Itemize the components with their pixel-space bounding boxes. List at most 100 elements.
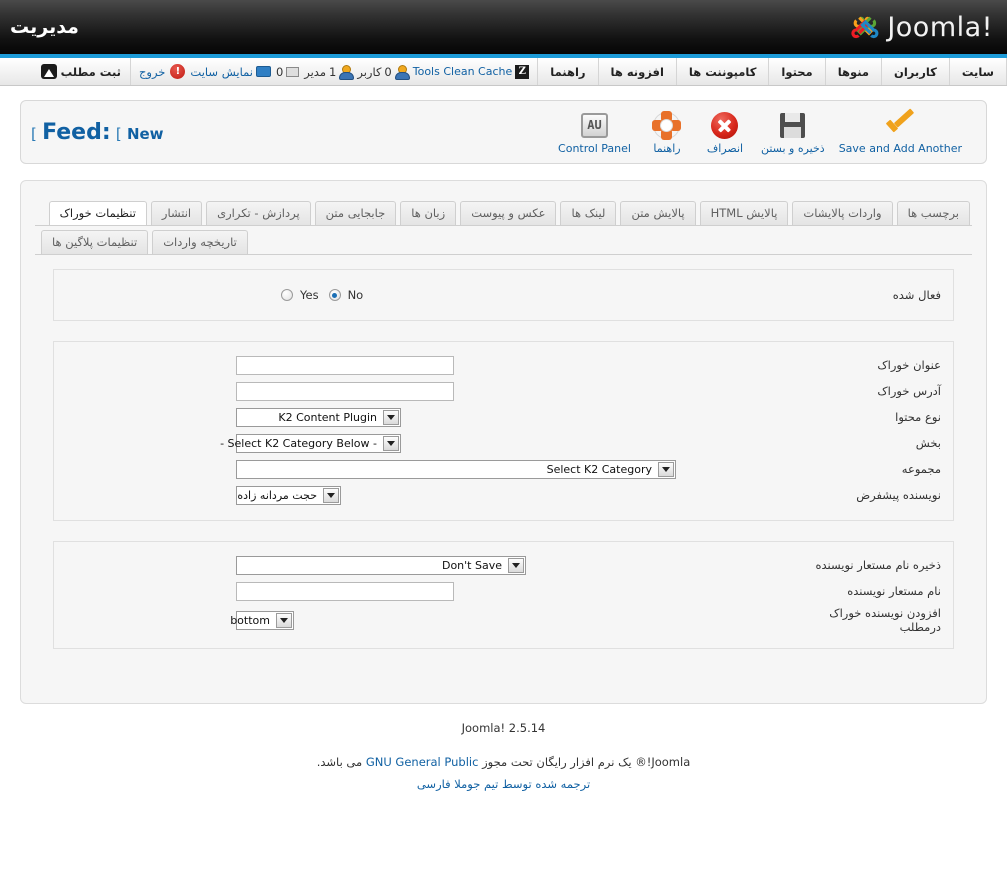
new-post-button[interactable]: ثبت مطلب	[32, 58, 131, 85]
joomla-logo-icon	[849, 11, 881, 43]
joomla-version: Joomla! 2.5.14	[461, 721, 546, 735]
tab-text-replace[interactable]: جابجایی متن	[314, 201, 397, 225]
brand-name: Joomla!	[887, 11, 993, 43]
menu-item-help[interactable]: راهنما	[537, 58, 597, 85]
row-section: بخش - Select K2 Category Below -	[66, 432, 941, 454]
translation-line: ترجمه شده توسط تیم جوملا فارسی	[20, 774, 987, 796]
add-feed-author-value: bottom	[230, 613, 270, 627]
content-type-value: K2 Content Plugin	[278, 410, 377, 424]
save-and-close-button[interactable]: ذخیره و بستن	[755, 107, 831, 157]
online-users-label: کاربر	[357, 64, 382, 79]
default-author-select[interactable]: حجت مردانه زاده	[236, 485, 341, 505]
license-text-1: یک نرم افزار رایگان تحت مجوز	[478, 754, 636, 769]
page-title-sub: New	[126, 124, 164, 143]
help-label: راهنما	[653, 142, 681, 155]
logout[interactable]: خروج	[139, 65, 165, 79]
save-and-add-another-button[interactable]: Save and Add Another	[833, 107, 968, 157]
label-add-feed-author: افزودن نویسنده خوراک درمطلب	[829, 606, 941, 634]
mail-icon	[286, 66, 300, 77]
tab-feed-settings[interactable]: تنظیمات خوراک	[48, 201, 147, 225]
save-author-alias-value: Don't Save	[441, 558, 502, 572]
save-author-alias-select[interactable]: Don't Save	[236, 555, 526, 575]
upload-icon	[40, 64, 57, 79]
row-feed-url: آدرس خوراک	[66, 380, 941, 402]
tab-import-filters[interactable]: واردات پالایشات	[792, 201, 893, 225]
default-author-value: حجت مردانه زاده	[237, 488, 317, 502]
label-content-type: نوع محتوا	[895, 410, 941, 424]
preview-site-label[interactable]: نمایش سایت	[190, 65, 253, 79]
tab-brchasb-ha[interactable]: برچسب ها	[896, 201, 970, 225]
zoo-tools-shortcut[interactable]: Z Tools Clean Cache	[413, 64, 530, 79]
control-panel-label: Control Panel	[558, 142, 631, 155]
page-toolbar: [ Feed: [ New AU Control Panel راهنما ان…	[20, 100, 987, 164]
control-author-alias	[66, 581, 791, 601]
control-enabled: Yes No	[66, 288, 791, 302]
tab-publishing[interactable]: انتشار	[150, 201, 203, 225]
feed-url-input[interactable]	[236, 381, 454, 401]
row-category: مجموعه Select K2 Category	[66, 458, 941, 480]
category-value: Select K2 Category	[546, 462, 652, 476]
content-type-select[interactable]: K2 Content Plugin	[236, 407, 401, 427]
label-enabled: فعال شده	[892, 288, 941, 302]
joomla-logo[interactable]: Joomla!	[849, 11, 993, 43]
tab-html-filter[interactable]: پالایش HTML	[699, 201, 789, 225]
radio-yes[interactable]	[281, 289, 293, 301]
row-author-alias: نام مستعار نویسنده	[66, 580, 941, 602]
row-content-type: نوع محتوا K2 Content Plugin	[66, 406, 941, 428]
tab-processing-duplicates[interactable]: پردازش - تکراری	[206, 201, 311, 225]
content-panel: برچسب ها واردات پالایشات پالایش HTML پال…	[20, 180, 987, 704]
admin-title: مدیریت	[10, 16, 79, 38]
tab-text-filter[interactable]: پالایش متن	[620, 201, 696, 225]
tab-languages[interactable]: زبان ها	[400, 201, 457, 225]
radio-option-yes[interactable]: Yes	[281, 288, 319, 302]
row-add-feed-author: افزودن نویسنده خوراک درمطلب bottom	[66, 606, 941, 634]
control-section: - Select K2 Category Below -	[66, 433, 791, 453]
help-button[interactable]: راهنما	[639, 107, 695, 157]
translation-link[interactable]: ترجمه شده توسط تیم جوملا فارسی	[417, 777, 590, 791]
cancel-label: انصراف	[706, 142, 744, 155]
page-title-bracket-2: [	[115, 124, 122, 143]
private-messages[interactable]: 0	[276, 65, 300, 79]
row-enabled: فعال شده Yes No	[66, 284, 941, 306]
menu-item-site[interactable]: سایت	[948, 58, 1007, 85]
tab-plugin-settings[interactable]: تنظیمات پلاگین ها	[41, 230, 149, 254]
menu-item-content[interactable]: محتوا	[768, 58, 824, 85]
category-select[interactable]: Select K2 Category	[236, 459, 676, 479]
license-link[interactable]: GNU General Public	[366, 755, 479, 769]
menu-item-menus[interactable]: منوها	[824, 58, 881, 85]
menu-items: سایت کاربران منوها محتوا کامپوننت ها افز…	[537, 58, 1007, 85]
alerts[interactable]: !	[170, 64, 186, 79]
main-menubar: سایت کاربران منوها محتوا کامپوننت ها افز…	[0, 58, 1007, 86]
menu-item-users[interactable]: کاربران	[881, 58, 949, 85]
row-feed-title: عنوان خوراک	[66, 354, 941, 376]
online-admins[interactable]: 1 مدیر	[304, 64, 355, 80]
radio-no[interactable]	[328, 289, 341, 301]
preview-site[interactable]: نمایش سایت	[190, 65, 271, 79]
floppy-disk-icon	[780, 111, 806, 139]
logout-label[interactable]: خروج	[139, 65, 165, 79]
author-alias-input[interactable]	[236, 581, 454, 601]
tab-import-history[interactable]: تاریخچه واردات	[152, 230, 248, 254]
user-icon	[394, 65, 410, 80]
tab-images-attachments[interactable]: عکس و پیوست	[460, 201, 557, 225]
control-panel-icon: AU	[581, 111, 608, 139]
section-select[interactable]: - Select K2 Category Below -	[220, 433, 401, 453]
control-panel-button[interactable]: AU Control Panel	[552, 107, 637, 157]
online-admins-count: 1	[329, 64, 337, 79]
radio-no-label: No	[347, 288, 364, 302]
tab-links[interactable]: لینک ها	[560, 201, 617, 225]
menu-item-extensions[interactable]: افزونه ها	[597, 58, 676, 85]
admin-user-icon	[339, 65, 355, 80]
zoo-badge-icon: Z	[515, 64, 530, 79]
add-feed-author-select[interactable]: bottom	[230, 610, 294, 630]
control-feed-title	[66, 355, 791, 375]
radio-option-no[interactable]: No	[328, 288, 364, 302]
online-users[interactable]: 0 کاربر	[357, 64, 410, 80]
menu-item-components[interactable]: کامپوننت ها	[675, 58, 769, 85]
status-area: Z Tools Clean Cache 0 کاربر 1 مدیر 0 نما…	[131, 58, 537, 85]
row-default-author: نویسنده پیشفرض حجت مردانه زاده	[66, 484, 941, 506]
cancel-button[interactable]: انصراف	[697, 107, 753, 157]
chevron-down-icon	[383, 435, 399, 451]
feed-title-input[interactable]	[236, 355, 454, 375]
label-feed-url: آدرس خوراک	[877, 384, 941, 398]
